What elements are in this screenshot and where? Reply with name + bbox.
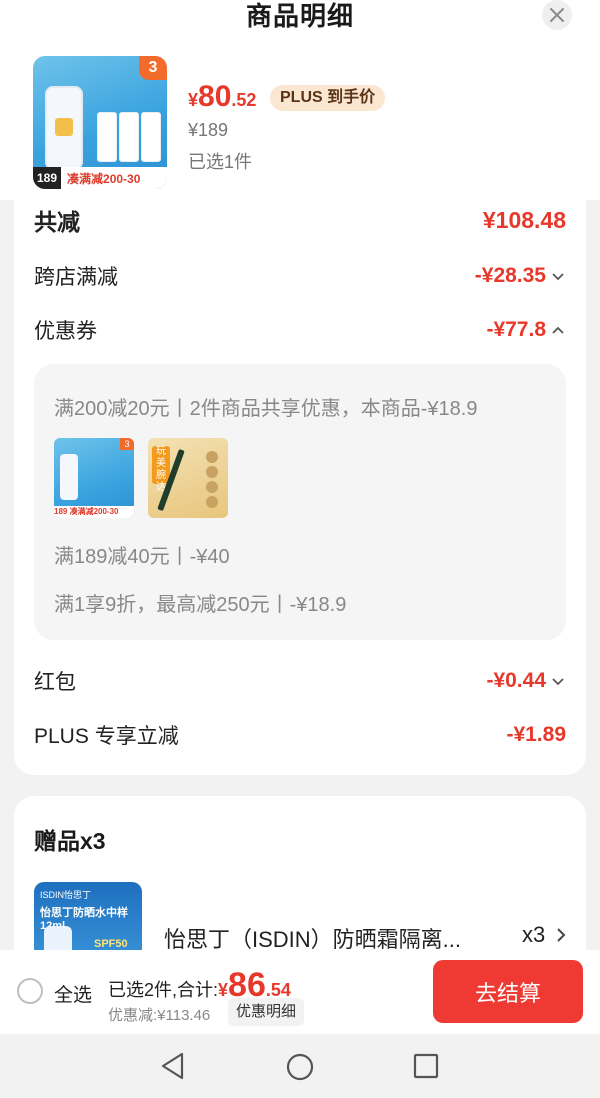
coupon-row[interactable]: 优惠券 -¥77.8 xyxy=(34,312,566,348)
original-price: ¥189 xyxy=(188,120,229,140)
gift-title: 赠品x3 xyxy=(34,828,106,854)
coupon-product-image: 玩美腕达 xyxy=(148,438,228,518)
coupon-line: 满200减20元丨2件商品共享优惠，本商品-¥18.9 xyxy=(54,398,478,420)
product-summary: 商品明细 3 189 凑满减200-30 ¥ 80 .52 PLUS 到手价 ¥… xyxy=(0,0,600,200)
chevron-down-icon xyxy=(552,678,564,686)
back-icon[interactable] xyxy=(160,1052,186,1080)
select-all-label[interactable]: 全选 xyxy=(54,980,92,1007)
total-discount-label: 共减 xyxy=(34,209,80,235)
total-discount-row: 共减 ¥108.48 xyxy=(34,202,566,238)
coupon-product-image: 3 189 凑满减200-30 xyxy=(54,438,134,518)
checkout-bar: 全选 已选2件,合计: ¥ 86 .54 优惠减:¥113.46 优惠明细 去结… xyxy=(0,950,600,1034)
selected-count: 已选1件 xyxy=(188,152,253,172)
total-discount-value: ¥108.48 xyxy=(482,206,566,233)
page-title: 商品明细 xyxy=(245,1,354,31)
recent-apps-icon[interactable] xyxy=(413,1053,439,1079)
discount-summary: 优惠减:¥113.46 xyxy=(108,1007,211,1024)
select-all-checkbox[interactable] xyxy=(17,978,43,1004)
plus-price-tag: PLUS 到手价 xyxy=(270,85,386,111)
checkout-button[interactable]: 去结算 xyxy=(433,960,583,1023)
close-button[interactable] xyxy=(542,0,572,30)
product-image-banner: 189 凑满减200-30 xyxy=(33,167,167,189)
plus-discount-row: PLUS 专享立减 -¥1.89 xyxy=(34,723,566,748)
coupon-line: 满189减40元丨-¥40 xyxy=(54,546,230,568)
coupon-line: 满1享9折，最高减250元丨-¥18.9 xyxy=(54,594,347,616)
product-price: ¥ 80 .52 xyxy=(188,80,257,113)
product-image: 3 189 凑满减200-30 xyxy=(33,56,167,189)
chevron-up-icon xyxy=(552,326,564,334)
close-icon xyxy=(550,8,564,22)
product-bottle-graphic xyxy=(45,86,83,170)
cross-store-discount-row[interactable]: 跨店满减 -¥28.35 xyxy=(34,258,566,294)
discount-breakdown-card: 共减 ¥108.48 跨店满减 -¥28.35 优惠券 -¥77.8 满200减… xyxy=(14,200,586,775)
system-nav-bar xyxy=(0,1034,600,1098)
chevron-right-icon[interactable] xyxy=(554,926,568,944)
home-icon[interactable] xyxy=(285,1052,315,1082)
red-packet-row[interactable]: 红包 -¥0.44 xyxy=(34,663,566,699)
coupon-details: 满200减20元丨2件商品共享优惠，本商品-¥18.9 3 189 凑满减200… xyxy=(34,364,566,640)
discount-detail-button[interactable]: 优惠明细 xyxy=(228,998,305,1026)
gift-quantity: x3 xyxy=(522,922,546,947)
chevron-down-icon xyxy=(552,273,564,281)
product-image-badge: 3 xyxy=(139,56,167,80)
